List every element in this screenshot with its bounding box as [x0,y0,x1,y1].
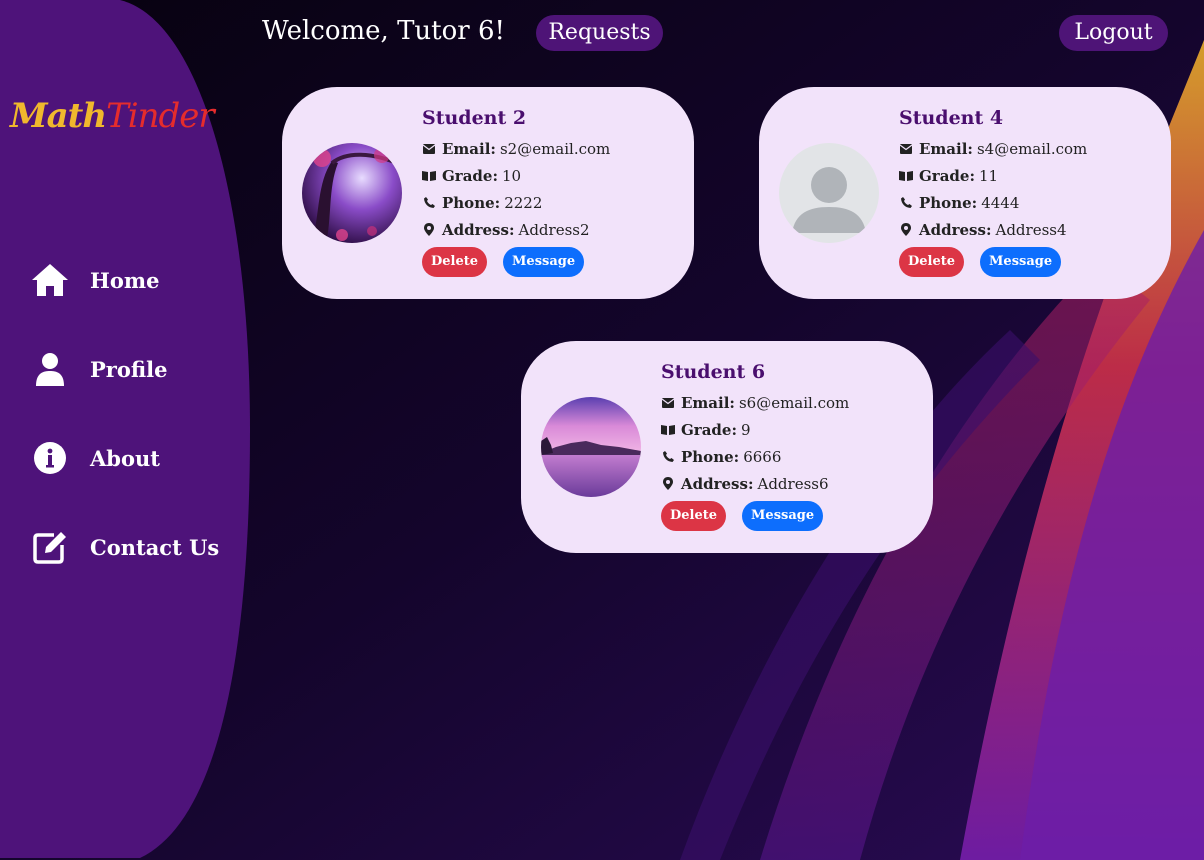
sidebar: MathTinder Home Profile About Contact Us [0,0,250,858]
phone-row: Phone: 6666 [661,443,921,470]
sidebar-item-profile[interactable]: Profile [30,349,167,389]
student-name: Student 6 [661,361,766,383]
student-card: Student 2 Email: s2@email.com Grade: 10 … [282,87,694,299]
home-icon [30,260,70,300]
address-row: Address: Address4 [899,216,1159,243]
student-name: Student 4 [899,107,1004,129]
address-value: Address2 [518,220,590,239]
delete-button[interactable]: Delete [661,501,727,531]
email-label: Email: [442,139,496,158]
grade-value: 10 [502,166,522,185]
student-avatar [541,397,641,497]
phone-row: Phone: 4444 [899,189,1159,216]
logo-part-tinder: Tinder [106,96,215,136]
address-row: Address: Address2 [422,216,682,243]
book-icon [661,423,675,437]
address-label: Address: [681,474,754,493]
logo-part-math: Math [10,96,107,136]
email-label: Email: [919,139,973,158]
sidebar-item-home[interactable]: Home [30,260,159,300]
phone-label: Phone: [442,193,501,212]
address-label: Address: [442,220,515,239]
sidebar-item-label: Contact Us [90,534,220,560]
message-button[interactable]: Message [980,247,1062,277]
envelope-icon [899,142,913,156]
grade-row: Grade: 10 [422,162,682,189]
book-icon [422,169,436,183]
grade-label: Grade: [681,420,738,439]
delete-button[interactable]: Delete [899,247,965,277]
grade-value: 11 [979,166,999,185]
logout-button[interactable]: Logout [1059,15,1168,51]
address-value: Address6 [757,474,829,493]
student-card: Student 6 Email: s6@email.com Grade: 9 P… [521,341,933,553]
phone-value: 4444 [981,193,1020,212]
sidebar-item-label: Profile [90,356,168,382]
phone-label: Phone: [919,193,978,212]
email-value: s2@email.com [499,139,611,158]
email-row: Email: s2@email.com [422,135,682,162]
email-value: s4@email.com [976,139,1088,158]
address-label: Address: [919,220,992,239]
email-value: s6@email.com [738,393,850,412]
sidebar-item-contact-us[interactable]: Contact Us [30,527,219,567]
user-icon [30,349,70,389]
location-pin-icon [661,477,675,491]
envelope-icon [422,142,436,156]
sidebar-item-label: About [90,445,160,471]
student-card: Student 4 Email: s4@email.com Grade: 11 … [759,87,1171,299]
address-row: Address: Address6 [661,470,921,497]
sidebar-item-label: Home [90,267,160,293]
grade-value: 9 [741,420,751,439]
grade-label: Grade: [442,166,499,185]
phone-icon [899,196,913,210]
location-pin-icon [422,223,436,237]
phone-icon [661,450,675,464]
email-row: Email: s4@email.com [899,135,1159,162]
sidebar-item-about[interactable]: About [30,438,160,478]
edit-icon [30,527,70,567]
email-row: Email: s6@email.com [661,389,921,416]
phone-value: 2222 [504,193,543,212]
student-avatar [302,143,402,243]
grade-label: Grade: [919,166,976,185]
location-pin-icon [899,223,913,237]
app-logo[interactable]: MathTinder [10,96,215,136]
student-avatar [779,143,879,243]
message-button[interactable]: Message [503,247,585,277]
delete-button[interactable]: Delete [422,247,488,277]
grade-row: Grade: 9 [661,416,921,443]
info-icon [30,438,70,478]
phone-icon [422,196,436,210]
message-button[interactable]: Message [742,501,824,531]
envelope-icon [661,396,675,410]
phone-value: 6666 [743,447,782,466]
requests-button[interactable]: Requests [536,15,663,51]
address-value: Address4 [995,220,1067,239]
welcome-title: Welcome, Tutor 6! [262,16,505,46]
book-icon [899,169,913,183]
grade-row: Grade: 11 [899,162,1159,189]
phone-label: Phone: [681,447,740,466]
student-name: Student 2 [422,107,527,129]
email-label: Email: [681,393,735,412]
phone-row: Phone: 2222 [422,189,682,216]
